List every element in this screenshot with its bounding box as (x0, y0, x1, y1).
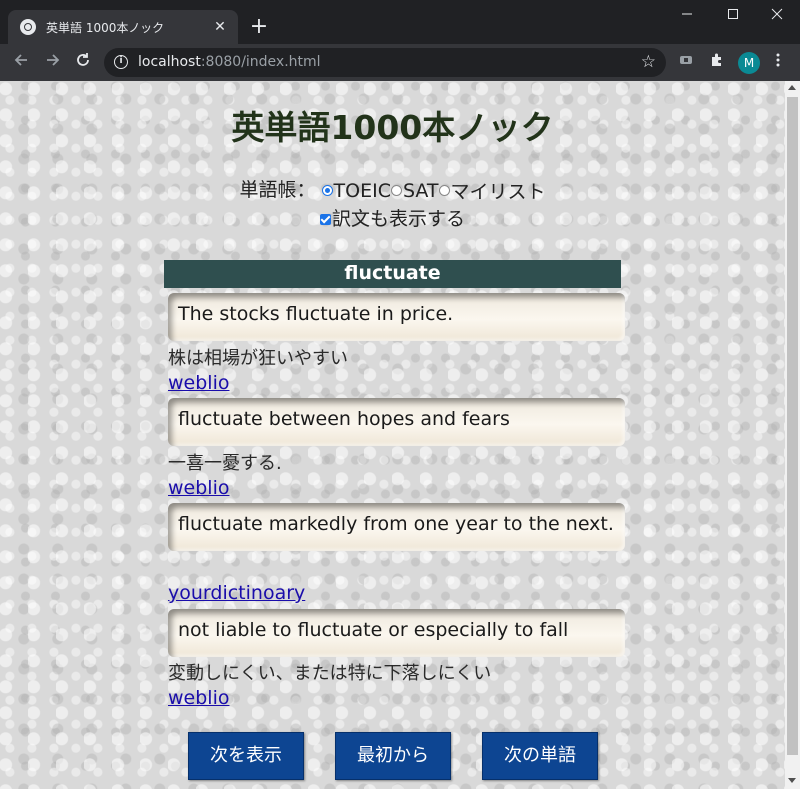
page-title: 英単語1000本ノック (0, 101, 785, 149)
cast-icon[interactable] (674, 51, 698, 75)
new-tab-button[interactable]: + (246, 14, 272, 40)
example-translation: 一喜一憂する. (168, 449, 282, 475)
example-sentence: fluctuate between hopes and fears (168, 398, 625, 446)
window-close-icon[interactable] (754, 0, 800, 32)
close-icon[interactable]: ✕ (212, 19, 228, 35)
radio-button[interactable] (391, 185, 402, 196)
source-link[interactable]: yourdictinoary (168, 582, 305, 604)
scrollbar-thumb[interactable] (787, 97, 798, 755)
example-sentence: The stocks fluctuate in price. (168, 293, 625, 341)
star-icon[interactable]: ☆ (641, 52, 656, 72)
back-icon[interactable] (8, 50, 34, 76)
example-translation: 変動しにくい、または特に下落しにくい (168, 659, 491, 685)
example-sentence: fluctuate markedly from one year to the … (168, 503, 625, 551)
maximize-icon[interactable] (710, 0, 756, 32)
example-translation: 株は相場が狂いやすい (168, 344, 348, 370)
browser-tab-bar: 英単語 1000本ノック ✕ + (0, 0, 800, 44)
address-bar[interactable]: i localhost:8080/index.html ☆ (104, 48, 666, 77)
show-next-button[interactable]: 次を表示 (188, 732, 304, 780)
puzzle-icon[interactable] (705, 51, 729, 75)
wordbook-selector: 単語帳： TOEICSATマイリスト (0, 175, 785, 204)
radio-sat[interactable]: SAT (391, 180, 439, 202)
page-scrollbar[interactable] (785, 81, 800, 789)
next-word-button[interactable]: 次の単語 (482, 732, 598, 780)
globe-icon (20, 19, 36, 35)
avatar[interactable]: M (738, 52, 760, 74)
tab-title: 英単語 1000本ノック (46, 19, 212, 36)
scroll-up-icon[interactable] (788, 85, 796, 90)
minimize-icon[interactable] (664, 0, 710, 32)
browser-tab[interactable]: 英単語 1000本ノック ✕ (8, 10, 238, 44)
reload-icon[interactable] (70, 50, 96, 76)
radio-button[interactable] (439, 185, 450, 196)
radio-toeic[interactable]: TOEIC (322, 180, 391, 202)
radio-button[interactable] (322, 185, 333, 196)
browser-toolbar: i localhost:8080/index.html ☆ M (0, 44, 800, 81)
restart-button[interactable]: 最初から (335, 732, 451, 780)
source-link[interactable]: weblio (168, 372, 229, 394)
show-translation-label: 訳文も表示する (332, 208, 465, 230)
info-icon[interactable]: i (114, 55, 128, 69)
example-sentence: not liable to fluctuate or especially to… (168, 609, 625, 657)
show-translation-toggle[interactable]: 訳文も表示する (0, 204, 785, 231)
scroll-down-icon[interactable] (788, 778, 796, 783)
url-text: localhost:8080/index.html (138, 54, 321, 70)
menu-icon[interactable] (766, 51, 790, 75)
forward-icon[interactable] (40, 50, 66, 76)
show-translation-checkbox[interactable] (320, 214, 331, 225)
word-heading: fluctuate (164, 260, 621, 288)
source-link[interactable]: weblio (168, 687, 229, 709)
wordbook-label: 単語帳： (239, 179, 315, 201)
page-viewport: 英単語1000本ノック 単語帳： TOEICSATマイリスト 訳文も表示する f… (0, 81, 785, 789)
source-link[interactable]: weblio (168, 477, 229, 499)
radio-mylist[interactable]: マイリスト (439, 177, 546, 204)
